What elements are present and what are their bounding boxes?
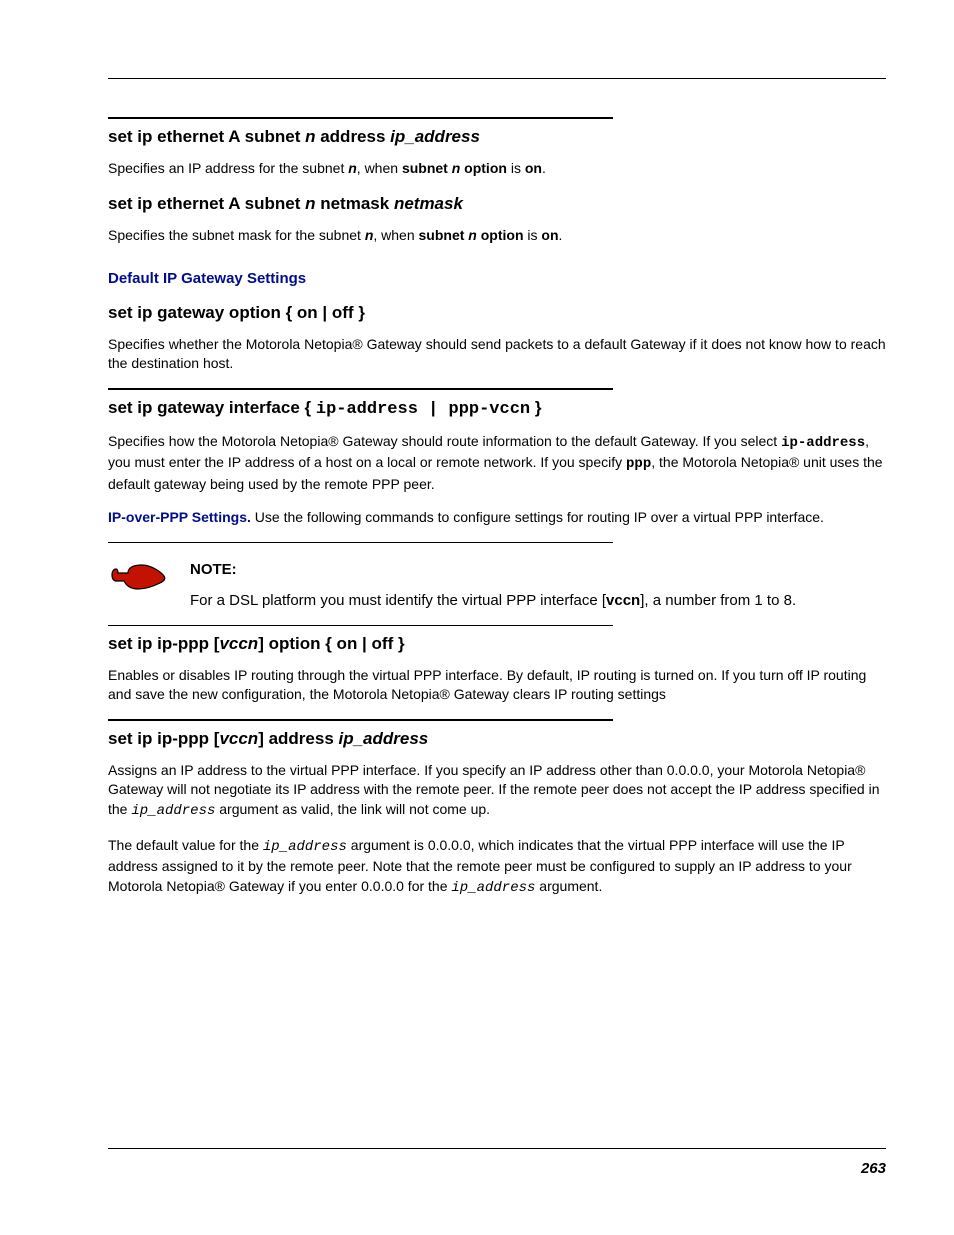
note-rule-top: [108, 542, 613, 543]
body-subnet-netmask: Specifies the subnet mask for the subnet…: [108, 226, 886, 246]
subheading-default-ip-gateway: Default IP Gateway Settings: [108, 268, 886, 289]
section-rule: [108, 388, 613, 390]
body-ip-ppp-option: Enables or disables IP routing through t…: [108, 666, 886, 705]
note-text: For a DSL platform you must identify the…: [190, 592, 796, 609]
heading-ip-ppp-option: set ip ip-ppp [vccn] option { on | off }: [108, 632, 886, 656]
body-subnet-address: Specifies an IP address for the subnet n…: [108, 159, 886, 179]
heading-ip-ppp-address: set ip ip-ppp [vccn] address ip_address: [108, 727, 886, 751]
body-ip-ppp-address-2: The default value for the ip_address arg…: [108, 836, 886, 899]
pointer-icon: [108, 559, 168, 595]
page-number: 263: [861, 1158, 886, 1179]
note-block: NOTE: For a DSL platform you must identi…: [108, 555, 886, 611]
body-gateway-interface: Specifies how the Motorola Netopia® Gate…: [108, 432, 886, 495]
body-ip-ppp-address-1: Assigns an IP address to the virtual PPP…: [108, 761, 886, 822]
body-ip-over-ppp: IP-over-PPP Settings. Use the following …: [108, 508, 886, 528]
body-gateway-option: Specifies whether the Motorola Netopia® …: [108, 335, 886, 374]
heading-subnet-netmask: set ip ethernet A subnet n netmask netma…: [108, 192, 886, 216]
heading-subnet-address: set ip ethernet A subnet n address ip_ad…: [108, 125, 886, 149]
heading-gateway-interface: set ip gateway interface { ip-address | …: [108, 396, 886, 422]
page-bottom-rule: [108, 1148, 886, 1149]
heading-gateway-option: set ip gateway option { on | off }: [108, 301, 886, 325]
note-label: NOTE:: [190, 559, 886, 580]
section-rule: [108, 719, 613, 721]
section-rule: [108, 117, 613, 119]
note-rule-bottom: [108, 625, 613, 626]
page-top-rule: [108, 78, 886, 79]
